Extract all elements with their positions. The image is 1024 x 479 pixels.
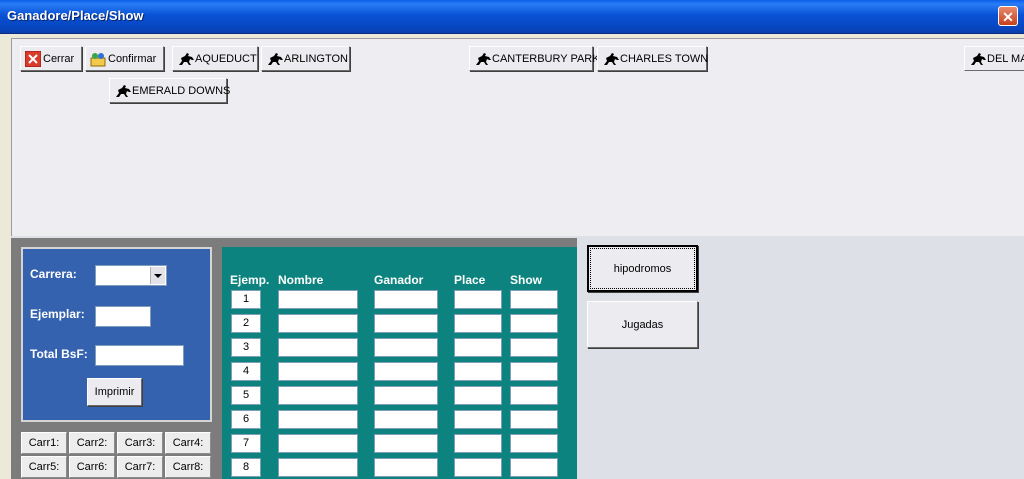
ganador-input[interactable] xyxy=(374,434,438,453)
track-label: AQUEDUCT xyxy=(195,52,257,65)
place-input[interactable] xyxy=(454,290,502,309)
horse-rider-icon xyxy=(177,51,194,67)
track-aqueduct-button[interactable]: AQUEDUCT xyxy=(172,46,258,71)
show-input[interactable] xyxy=(510,338,558,357)
show-input[interactable] xyxy=(510,386,558,405)
close-x-icon xyxy=(24,50,42,67)
col-header-ejemplar: Ejemp. xyxy=(230,273,270,287)
col-header-show: Show xyxy=(510,273,542,287)
horse-rider-icon xyxy=(266,51,283,67)
jugadas-button[interactable]: Jugadas xyxy=(587,301,698,348)
track-charles-town-button[interactable]: CHARLES TOWN xyxy=(597,46,709,71)
imprimir-button[interactable]: Imprimir xyxy=(87,378,142,406)
horse-rider-icon xyxy=(474,51,491,67)
race-button[interactable]: Carr8: xyxy=(165,456,211,478)
ejemplar-label: Ejemplar: xyxy=(30,307,85,321)
place-input[interactable] xyxy=(454,386,502,405)
place-input[interactable] xyxy=(454,410,502,429)
place-input[interactable] xyxy=(454,314,502,333)
race-button[interactable]: Carr5: xyxy=(21,456,67,478)
row-number: 3 xyxy=(231,338,261,357)
row-number: 6 xyxy=(231,410,261,429)
window-close-button[interactable]: ✕ xyxy=(998,6,1018,26)
race-button[interactable]: Carr1: xyxy=(21,432,67,454)
show-input[interactable] xyxy=(510,434,558,453)
track-arlington-button[interactable]: ARLINGTON xyxy=(261,46,350,71)
horse-rider-icon xyxy=(602,51,619,67)
track-label: CHARLES TOWN xyxy=(620,52,709,65)
track-canterbury-park-button[interactable]: CANTERBURY PARK xyxy=(469,46,600,71)
track-label: EMERALD DOWNS xyxy=(132,84,231,97)
chevron-down-icon[interactable] xyxy=(150,267,165,284)
window-title: Ganadore/Place/Show xyxy=(7,8,144,23)
ganador-input[interactable] xyxy=(374,290,438,309)
bet-form-panel: Carrera: Ejemplar: Total BsF: Imprimir xyxy=(21,247,212,422)
nombre-input[interactable] xyxy=(278,290,358,309)
ganador-input[interactable] xyxy=(374,386,438,405)
show-input[interactable] xyxy=(510,290,558,309)
row-number: 4 xyxy=(231,362,261,381)
race-button[interactable]: Carr3: xyxy=(117,432,163,454)
ganador-input[interactable] xyxy=(374,338,438,357)
ganador-input[interactable] xyxy=(374,314,438,333)
col-header-place: Place xyxy=(454,273,486,287)
carrera-label: Carrera: xyxy=(30,267,77,281)
confirmar-button[interactable]: Confirmar xyxy=(85,46,164,71)
row-number: 2 xyxy=(231,314,261,333)
ganador-input[interactable] xyxy=(374,362,438,381)
track-emerald-downs-button[interactable]: EMERALD DOWNS xyxy=(109,78,231,103)
track-del-mar-button[interactable]: DEL MA xyxy=(964,46,1024,71)
show-input[interactable] xyxy=(510,314,558,333)
row-number: 5 xyxy=(231,386,261,405)
race-button[interactable]: Carr4: xyxy=(165,432,211,454)
race-button[interactable]: Carr7: xyxy=(117,456,163,478)
ejemplar-input[interactable] xyxy=(95,306,151,327)
entries-grid-panel: Ejemp. Nombre Ganador Place Show 1 2 3 4… xyxy=(222,247,577,479)
show-input[interactable] xyxy=(510,362,558,381)
race-button[interactable]: Carr6: xyxy=(69,456,115,478)
row-number: 8 xyxy=(231,458,261,477)
nombre-input[interactable] xyxy=(278,314,358,333)
total-input[interactable] xyxy=(95,345,184,366)
place-input[interactable] xyxy=(454,338,502,357)
place-input[interactable] xyxy=(454,434,502,453)
nombre-input[interactable] xyxy=(278,458,358,477)
show-input[interactable] xyxy=(510,410,558,429)
nombre-input[interactable] xyxy=(278,338,358,357)
row-number: 7 xyxy=(231,434,261,453)
nombre-input[interactable] xyxy=(278,362,358,381)
nombre-input[interactable] xyxy=(278,386,358,405)
ganador-input[interactable] xyxy=(374,410,438,429)
horse-rider-icon xyxy=(114,83,131,99)
show-input[interactable] xyxy=(510,458,558,477)
total-label: Total BsF: xyxy=(30,347,88,361)
horse-rider-icon xyxy=(969,51,986,67)
track-label: CANTERBURY PARK xyxy=(492,52,600,65)
track-label: DEL MA xyxy=(987,52,1024,65)
confirmar-label: Confirmar xyxy=(108,52,157,65)
carrera-select[interactable] xyxy=(95,265,167,286)
hipodromos-button[interactable]: hipodromos xyxy=(587,245,698,292)
cerrar-label: Cerrar xyxy=(43,52,75,65)
col-header-ganador: Ganador xyxy=(374,273,424,287)
track-label: ARLINGTON xyxy=(284,52,348,65)
confirm-people-icon xyxy=(90,51,106,67)
nombre-input[interactable] xyxy=(278,434,358,453)
col-header-nombre: Nombre xyxy=(278,273,324,287)
title-bar: Ganadore/Place/Show ✕ xyxy=(0,0,1024,34)
place-input[interactable] xyxy=(454,362,502,381)
nombre-input[interactable] xyxy=(278,410,358,429)
cerrar-button[interactable]: Cerrar xyxy=(20,46,82,71)
row-number: 1 xyxy=(231,290,261,309)
race-button[interactable]: Carr2: xyxy=(69,432,115,454)
ganador-input[interactable] xyxy=(374,458,438,477)
place-input[interactable] xyxy=(454,458,502,477)
